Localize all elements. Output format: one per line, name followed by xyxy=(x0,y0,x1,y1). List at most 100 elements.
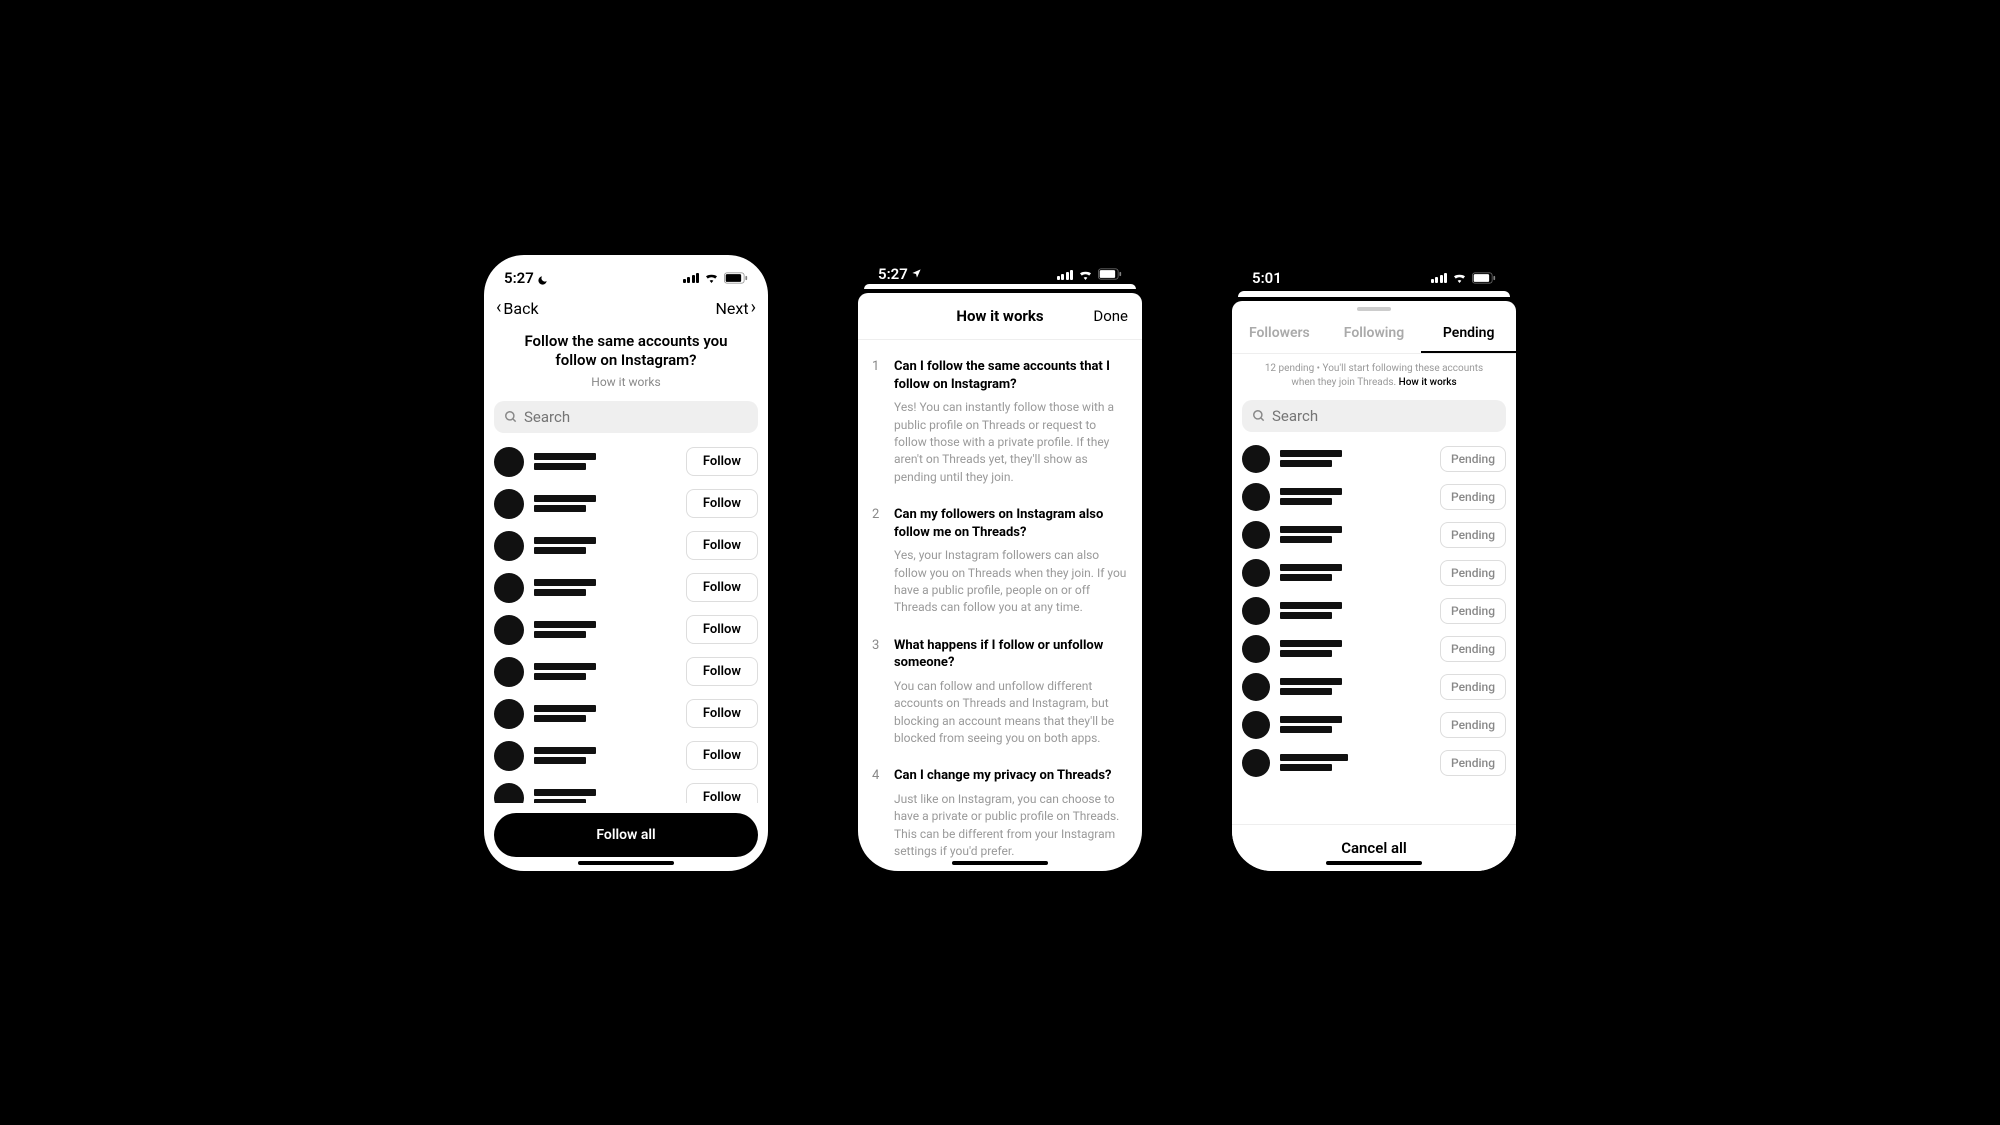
search-icon xyxy=(504,410,518,424)
how-it-works-link[interactable]: How it works xyxy=(504,375,748,389)
screen-how-it-works: 5:27 How it works Done 1 Can I follow th… xyxy=(858,255,1142,871)
redacted-name xyxy=(1280,678,1430,695)
status-time: 5:27 xyxy=(878,265,922,283)
back-button[interactable]: ‹ Back xyxy=(496,299,539,318)
avatar[interactable] xyxy=(1242,673,1270,701)
background-card-peek xyxy=(864,284,1136,289)
follow-button[interactable]: Follow xyxy=(686,531,758,560)
done-button[interactable]: Done xyxy=(1093,307,1128,325)
next-button[interactable]: Next › xyxy=(716,299,756,318)
avatar[interactable] xyxy=(1242,521,1270,549)
avatar[interactable] xyxy=(494,531,524,561)
follow-button[interactable]: Follow xyxy=(686,699,758,728)
faq-item: 1 Can I follow the same accounts that I … xyxy=(872,348,1128,496)
avatar[interactable] xyxy=(494,783,524,803)
redacted-name xyxy=(534,453,676,470)
avatar[interactable] xyxy=(494,489,524,519)
modal-header: How it works Done xyxy=(858,293,1142,340)
avatar[interactable] xyxy=(1242,483,1270,511)
list-item: Pending xyxy=(1242,630,1506,668)
faq-number: 4 xyxy=(872,767,882,860)
home-indicator[interactable] xyxy=(1326,861,1422,865)
list-item: Follow xyxy=(494,525,758,567)
redacted-name xyxy=(1280,564,1430,581)
home-indicator[interactable] xyxy=(952,861,1048,865)
redacted-name xyxy=(1280,716,1430,733)
avatar[interactable] xyxy=(494,447,524,477)
search-icon xyxy=(1252,409,1266,423)
redacted-name xyxy=(1280,754,1430,771)
follow-button[interactable]: Follow xyxy=(686,615,758,644)
pending-button[interactable]: Pending xyxy=(1440,484,1506,510)
cellular-icon xyxy=(1431,272,1448,283)
wifi-icon xyxy=(704,272,719,283)
modal-sheet: How it works Done 1 Can I follow the sam… xyxy=(858,293,1142,870)
faq-question: Can my followers on Instagram also follo… xyxy=(894,506,1128,541)
avatar[interactable] xyxy=(1242,749,1270,777)
avatar[interactable] xyxy=(1242,711,1270,739)
pending-list: Pending Pending Pending Pending Pending … xyxy=(1232,440,1516,824)
pending-button[interactable]: Pending xyxy=(1440,674,1506,700)
info-text: 12 pending • You'll start following thes… xyxy=(1232,354,1516,392)
faq-question: Can I change my privacy on Threads? xyxy=(894,767,1128,785)
search-box[interactable] xyxy=(1242,400,1506,432)
follow-button[interactable]: Follow xyxy=(686,657,758,686)
status-icons xyxy=(1431,272,1497,284)
pending-button[interactable]: Pending xyxy=(1440,560,1506,586)
time-label: 5:27 xyxy=(504,269,534,287)
pending-button[interactable]: Pending xyxy=(1440,712,1506,738)
screen-follow-accounts: 5:27 ‹ Back Next › Follow the same accou… xyxy=(484,255,768,871)
pending-button[interactable]: Pending xyxy=(1440,598,1506,624)
avatar[interactable] xyxy=(1242,559,1270,587)
list-item: Pending xyxy=(1242,592,1506,630)
home-indicator[interactable] xyxy=(578,861,674,865)
avatar[interactable] xyxy=(494,699,524,729)
pending-button[interactable]: Pending xyxy=(1440,750,1506,776)
list-item: Pending xyxy=(1242,744,1506,782)
avatar[interactable] xyxy=(494,573,524,603)
avatar[interactable] xyxy=(494,741,524,771)
faq-answer: You can follow and unfollow different ac… xyxy=(894,678,1128,748)
faq-item: 4 Can I change my privacy on Threads? Ju… xyxy=(872,757,1128,870)
pending-button[interactable]: Pending xyxy=(1440,636,1506,662)
follow-button[interactable]: Follow xyxy=(686,573,758,602)
avatar[interactable] xyxy=(494,657,524,687)
follow-button[interactable]: Follow xyxy=(686,447,758,476)
avatar[interactable] xyxy=(1242,445,1270,473)
list-item: Pending xyxy=(1242,554,1506,592)
faq-content: Can I follow the same accounts that I fo… xyxy=(894,358,1128,486)
list-item: Follow xyxy=(494,777,758,803)
how-it-works-link[interactable]: How it works xyxy=(1399,377,1457,388)
status-bar: 5:27 xyxy=(484,255,768,291)
search-box[interactable] xyxy=(494,401,758,433)
follow-button[interactable]: Follow xyxy=(686,783,758,803)
pending-button[interactable]: Pending xyxy=(1440,522,1506,548)
next-label: Next xyxy=(716,299,749,318)
redacted-name xyxy=(1280,526,1430,543)
avatar[interactable] xyxy=(494,615,524,645)
avatar[interactable] xyxy=(1242,635,1270,663)
search-input[interactable] xyxy=(524,408,748,426)
follow-button[interactable]: Follow xyxy=(686,741,758,770)
redacted-name xyxy=(1280,450,1430,467)
tab-pending[interactable]: Pending xyxy=(1421,315,1516,353)
pending-button[interactable]: Pending xyxy=(1440,446,1506,472)
chevron-right-icon: › xyxy=(751,299,756,317)
tab-following[interactable]: Following xyxy=(1327,315,1422,353)
status-icons xyxy=(683,272,749,284)
faq-answer: Yes, your Instagram followers can also f… xyxy=(894,547,1128,617)
list-item: Follow xyxy=(494,735,758,777)
follow-button[interactable]: Follow xyxy=(686,489,758,518)
follow-all-button[interactable]: Follow all xyxy=(494,813,758,857)
search-input[interactable] xyxy=(1272,407,1496,425)
battery-icon xyxy=(724,272,748,284)
sheet-grabber[interactable] xyxy=(1357,307,1391,311)
faq-answer: Yes! You can instantly follow those with… xyxy=(894,399,1128,486)
battery-icon xyxy=(1472,272,1496,284)
faq-question: Can I follow the same accounts that I fo… xyxy=(894,358,1128,393)
tabs: Followers Following Pending xyxy=(1232,315,1516,354)
avatar[interactable] xyxy=(1242,597,1270,625)
page-title: Follow the same accounts you follow on I… xyxy=(504,332,748,371)
faq-content: Can my followers on Instagram also follo… xyxy=(894,506,1128,617)
tab-followers[interactable]: Followers xyxy=(1232,315,1327,353)
